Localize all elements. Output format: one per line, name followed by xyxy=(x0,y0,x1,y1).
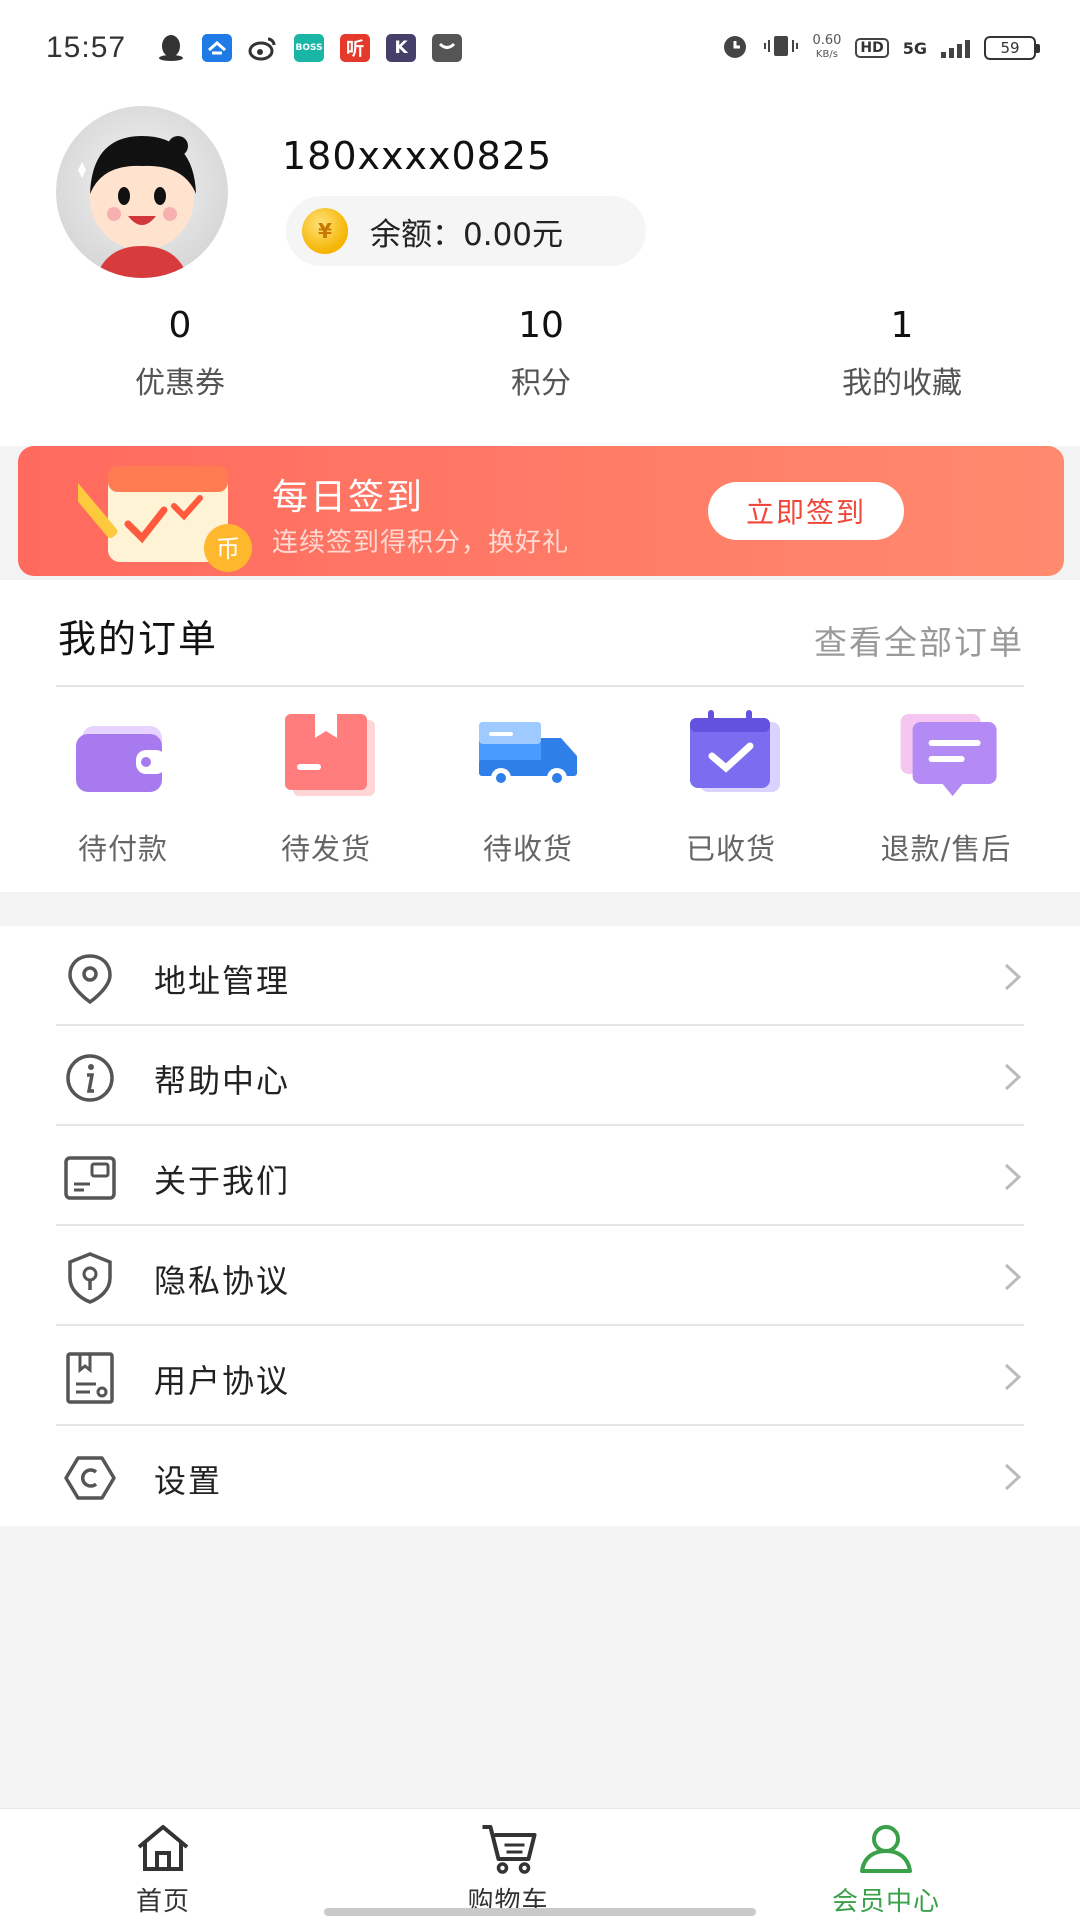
cart-icon xyxy=(481,1825,536,1874)
ting-icon: 听 xyxy=(340,34,371,62)
vibrate-icon xyxy=(764,34,799,62)
balance-text: 余额：0.00元 xyxy=(370,216,564,253)
stat-points-label: 积分 xyxy=(511,366,571,401)
settings-menu-list: 地址管理 帮助中心 关于我们 隐私协议 用户协议 设置 xyxy=(0,926,1080,1526)
info-icon xyxy=(66,1054,114,1102)
tab-cart[interactable]: 购物车 xyxy=(467,1821,548,1918)
status-time: 15:57 xyxy=(46,31,127,64)
battery-icon: 59 xyxy=(984,36,1040,60)
stat-coupons[interactable]: 0 优惠券 xyxy=(135,305,225,402)
home-icon xyxy=(137,1825,189,1871)
refund-message-icon xyxy=(901,714,997,796)
menu-label: 设置 xyxy=(154,1462,223,1500)
balance-pill[interactable]: ¥ 余额：0.00元 xyxy=(286,196,646,266)
menu-item-address[interactable]: 地址管理 xyxy=(0,926,1080,1026)
my-orders-section: 我的订单 查看全部订单 待付款 待发货 待收货 已收货 退款/售后 xyxy=(0,580,1080,892)
home-indicator[interactable] xyxy=(324,1908,756,1916)
hd-badge: HD xyxy=(855,38,889,58)
stat-favorites[interactable]: 1 我的收藏 xyxy=(842,305,962,402)
chevron-right-icon xyxy=(1004,1463,1022,1491)
order-label: 退款/售后 xyxy=(880,832,1012,866)
calendar-signin-icon: 币 xyxy=(78,466,252,572)
boss-zhipin-icon: BOSS xyxy=(294,34,325,62)
member-icon xyxy=(859,1825,912,1873)
k-app-icon: K xyxy=(386,34,417,62)
chevron-right-icon xyxy=(1004,1363,1022,1391)
network-type: 5G xyxy=(902,38,927,58)
stat-favorites-value: 1 xyxy=(890,305,914,346)
order-label: 已收货 xyxy=(685,832,776,866)
stat-coupons-value: 0 xyxy=(168,305,192,346)
signal-icon xyxy=(941,38,970,58)
stat-points-value: 10 xyxy=(518,305,564,346)
menu-label: 帮助中心 xyxy=(154,1062,291,1100)
chevron-right-icon xyxy=(1004,1063,1022,1091)
menu-item-help[interactable]: 帮助中心 xyxy=(0,1026,1080,1126)
coin-icon: ¥ xyxy=(302,208,348,254)
truck-icon xyxy=(479,722,577,788)
menu-item-settings[interactable]: 设置 xyxy=(0,1426,1080,1526)
browser-icon xyxy=(202,34,233,62)
tab-label: 首页 xyxy=(135,1887,190,1917)
settings-icon xyxy=(64,1456,116,1500)
signin-subtitle: 连续签到得积分，换好礼 xyxy=(272,528,570,558)
signin-now-button[interactable]: 立即签到 xyxy=(708,482,904,540)
order-refund-aftersale[interactable]: 退款/售后 xyxy=(881,708,1012,868)
tab-home[interactable]: 首页 xyxy=(133,1821,193,1918)
menu-label: 关于我们 xyxy=(154,1162,291,1200)
tab-label: 会员中心 xyxy=(831,1887,941,1917)
order-received[interactable]: 已收货 xyxy=(676,708,786,868)
chevron-right-icon xyxy=(1004,1163,1022,1191)
order-label: 待发货 xyxy=(280,832,371,866)
network-speed: 0.60 KB/s xyxy=(812,33,842,61)
avatar[interactable] xyxy=(56,106,228,278)
order-label: 待收货 xyxy=(482,832,573,866)
order-label: 待付款 xyxy=(77,832,168,866)
divider xyxy=(56,685,1024,687)
orders-title: 我的订单 xyxy=(58,617,219,661)
menu-item-user-agreement[interactable]: 用户协议 xyxy=(0,1326,1080,1426)
user-phone: 180xxxx0825 xyxy=(282,134,553,178)
menu-label: 地址管理 xyxy=(154,962,291,1000)
bottom-tab-bar: 首页 购物车 会员中心 xyxy=(0,1808,1080,1920)
menu-item-about[interactable]: 关于我们 xyxy=(0,1126,1080,1226)
view-all-orders-link[interactable]: 查看全部订单 xyxy=(814,616,1024,664)
signin-coin-text: 币 xyxy=(216,535,240,563)
id-card-icon xyxy=(64,1156,116,1200)
order-pending-payment[interactable]: 待付款 xyxy=(68,708,178,868)
menu-label: 隐私协议 xyxy=(154,1262,291,1300)
chevron-right-icon xyxy=(1004,1263,1022,1291)
qq-icon xyxy=(156,34,186,62)
alarm-icon xyxy=(720,31,750,65)
stat-favorites-label: 我的收藏 xyxy=(842,366,962,401)
message-app-icon xyxy=(432,34,463,62)
menu-label: 用户协议 xyxy=(154,1362,291,1400)
menu-item-privacy[interactable]: 隐私协议 xyxy=(0,1226,1080,1326)
profile-header: 180xxxx0825 ¥ 余额：0.00元 xyxy=(0,96,1080,278)
agreement-doc-icon xyxy=(66,1352,114,1404)
status-bar: 15:57 BOSS 听 K 0.60 KB/s HD 5G 59 xyxy=(0,0,1080,96)
order-pending-shipment[interactable]: 待发货 xyxy=(271,708,381,868)
package-icon xyxy=(285,714,375,796)
privacy-shield-icon xyxy=(68,1252,112,1304)
daily-signin-banner[interactable]: 币 每日签到 连续签到得积分，换好礼 立即签到 xyxy=(18,446,1064,576)
weibo-icon xyxy=(248,34,278,62)
location-pin-icon xyxy=(68,954,112,1005)
stat-coupons-label: 优惠券 xyxy=(135,366,225,401)
tab-member-center[interactable]: 会员中心 xyxy=(832,1821,940,1918)
stat-points[interactable]: 10 积分 xyxy=(511,305,571,402)
chevron-right-icon xyxy=(1004,963,1022,991)
wallet-icon xyxy=(76,726,166,792)
signin-title: 每日签到 xyxy=(272,477,425,518)
calendar-check-icon xyxy=(690,710,780,792)
order-pending-receipt[interactable]: 待收货 xyxy=(473,708,583,868)
